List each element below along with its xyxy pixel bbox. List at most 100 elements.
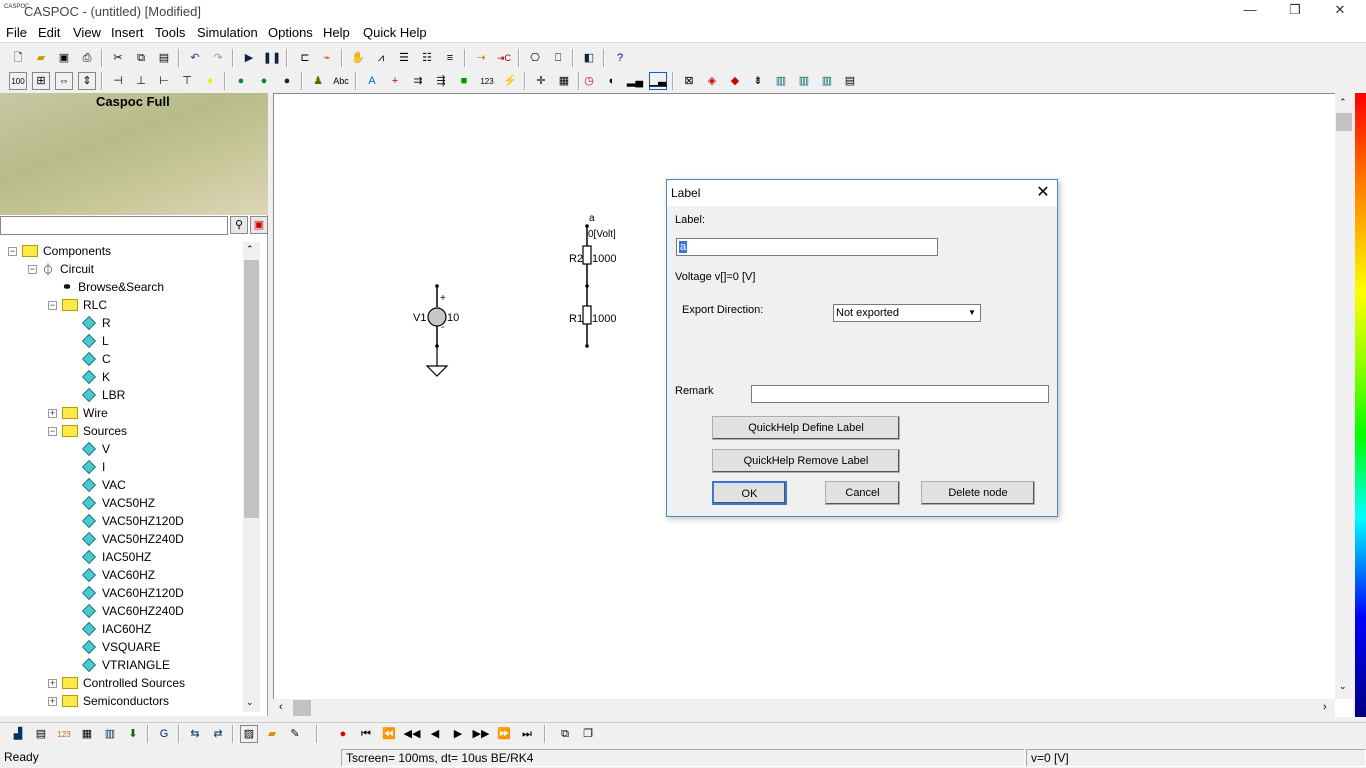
menu-insert[interactable]: Insert [111,25,144,40]
tree-item[interactable]: L [68,332,109,350]
delete-node-button[interactable]: Delete node [921,481,1035,505]
doc-icon[interactable]: ▤ [32,725,50,743]
tree-item[interactable]: LBR [68,386,125,404]
plus-icon[interactable]: ✛ [532,72,550,90]
camera-icon[interactable]: ⎔ [526,49,544,67]
run-icon[interactable]: ▶ [240,49,258,67]
search-input[interactable] [0,216,228,235]
tree-item[interactable]: IAC50HZ [68,548,151,566]
scroll-up-icon[interactable]: ⌃ [246,244,254,255]
tree-item[interactable]: ⚭ Browse&Search [48,278,164,296]
fast-rewind-icon[interactable]: ⏪ [380,725,398,743]
zoom-100-icon[interactable]: 100 [9,72,27,90]
globe3-icon[interactable]: ● [278,72,296,90]
cancel-button[interactable]: Cancel [825,481,900,505]
matrix-icon[interactable]: ▦ [78,725,96,743]
h-icon[interactable]: ⇔ [55,72,73,90]
quickhelp-define-label-button[interactable]: QuickHelp Define Label [712,416,900,440]
link2-icon[interactable]: ⇄ [209,725,227,743]
windows-icon[interactable]: ⧉ [556,725,574,743]
chip2-icon[interactable]: ▥ [795,72,813,90]
scope-icon[interactable]: ⩘ [372,49,390,67]
picture-icon[interactable]: ▨ [240,725,258,743]
play-icon[interactable]: ▶ [449,725,467,743]
bar2-icon[interactable]: ▁▃ [649,72,667,90]
menu-file[interactable]: File [6,25,27,40]
node-icon[interactable]: ⊣ [109,72,127,90]
menu-help[interactable]: Help [323,25,350,40]
tree-item[interactable]: I [68,458,105,476]
last-icon[interactable]: ⏭ [518,725,536,743]
undo-icon[interactable]: ↶ [186,49,204,67]
tree-item[interactable]: − ⏀ Circuit [28,260,94,278]
tree-item[interactable]: K [68,368,110,386]
tree-item[interactable]: − RLC [48,296,107,314]
grid-icon[interactable]: ▦ [555,72,573,90]
tree-item[interactable]: + Controlled Sources [48,674,185,692]
tree-item[interactable]: R [68,314,111,332]
vertical-scroll-thumb[interactable] [1336,113,1352,131]
label-input[interactable]: a [676,238,938,256]
new-icon[interactable]: 🗋 [9,49,27,67]
probe-icon[interactable]: ⌁ [318,49,336,67]
fit-icon[interactable]: ⊞ [32,72,50,90]
menu-tools[interactable]: Tools [155,25,185,40]
help-icon[interactable]: ? [611,49,629,67]
dialog-close-button[interactable]: ✕ [1033,182,1053,202]
open-icon[interactable]: ▰ [32,49,50,67]
meter-icon[interactable]: ⚡ [501,72,519,90]
flip-icon[interactable]: ◧ [580,49,598,67]
node2-icon[interactable]: ⊥ [132,72,150,90]
rect4-icon[interactable]: ⇟ [749,72,767,90]
tree-item[interactable]: VAC60HZ240D [68,602,184,620]
rect-icon[interactable]: ⊠ [680,72,698,90]
collapse-icon[interactable]: − [48,426,57,436]
bar-icon[interactable]: ▂▄ [626,72,644,90]
canvas-vertical-scrollbar[interactable]: ⌃ ⌄ [1335,93,1353,699]
scroll-right-icon[interactable]: › [1323,701,1327,713]
tree-item[interactable]: + Wire [48,404,108,422]
cut-icon[interactable]: ✂ [109,49,127,67]
table-icon[interactable]: ▤ [841,72,859,90]
globe-icon[interactable]: ● [232,72,250,90]
chip-icon[interactable]: ▥ [772,72,790,90]
counter-icon[interactable]: 123 [55,725,73,743]
globe2-icon[interactable]: ● [255,72,273,90]
tree-item[interactable]: VAC50HZ240D [68,530,184,548]
scroll-down-icon[interactable]: ⌄ [246,697,254,708]
arrow2-icon[interactable]: ⇶ [432,72,450,90]
block-icon[interactable]: ■ [455,72,473,90]
save-icon[interactable]: ▣ [55,49,73,67]
person-icon[interactable]: ♟ [309,72,327,90]
link-icon[interactable]: ⇆ [186,725,204,743]
list-icon[interactable]: ☰ [395,49,413,67]
canvas-horizontal-scrollbar[interactable]: ‹ › [273,699,1335,717]
tree-item[interactable]: VAC60HZ120D [68,584,184,602]
menu-options[interactable]: Options [268,25,313,40]
arrow-icon[interactable]: ⇉ [409,72,427,90]
expand-icon[interactable]: + [48,408,57,418]
wire-icon[interactable]: ⊏ [296,49,314,67]
pause-icon[interactable]: ❚❚ [263,49,281,67]
chevron-down-icon[interactable]: ▼ [965,306,979,320]
tree-item[interactable]: − Components [8,242,111,260]
remark-input[interactable] [751,385,1049,403]
v-icon[interactable]: ⇕ [78,72,96,90]
record-icon[interactable]: ● [334,725,352,743]
tree-item[interactable]: VAC50HZ [68,494,155,512]
menu-quick-help[interactable]: Quick Help [363,25,427,40]
restore-button[interactable]: ❐ [1275,2,1315,20]
tree-item[interactable]: VAC [68,476,126,494]
tree-item[interactable]: VTRIANGLE [68,656,170,674]
tree-item[interactable]: − Sources [48,422,127,440]
rect3-icon[interactable]: ◆ [726,72,744,90]
node-label[interactable]: a [589,213,595,224]
windows2-icon[interactable]: ❐ [579,725,597,743]
fast-forward-icon[interactable]: ⏩ [495,725,513,743]
num-icon[interactable]: 123 [478,72,496,90]
filter-icon[interactable]: ▣ [250,216,268,234]
export-direction-select[interactable]: Not exported ▼ [833,304,981,322]
ok-button[interactable]: OK [712,481,787,505]
quickhelp-remove-label-button[interactable]: QuickHelp Remove Label [712,449,900,473]
scroll-up-icon[interactable]: ⌃ [1339,97,1347,108]
